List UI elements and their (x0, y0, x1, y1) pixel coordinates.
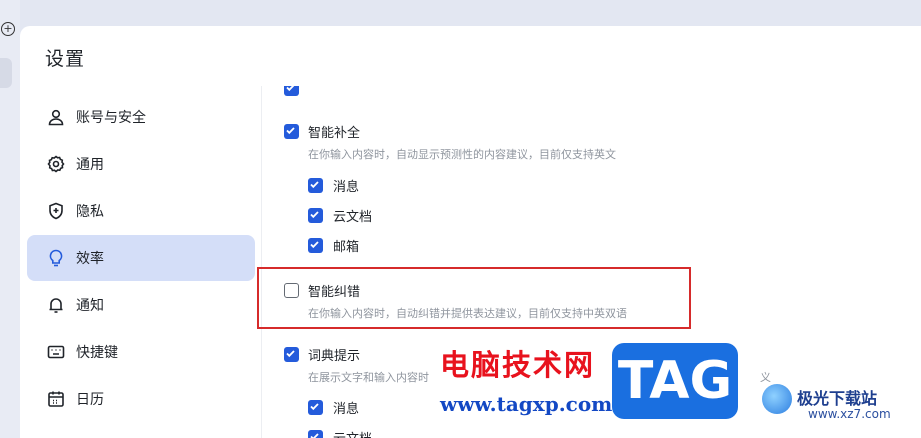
calendar-icon (48, 391, 64, 407)
sidebar-item-shortcuts[interactable]: 快捷键 (27, 329, 255, 375)
shield-icon (49, 202, 63, 220)
dictionary-hint-desc: 在展示文字和输入内容时 (308, 371, 429, 384)
sub-option-label: 邮箱 (333, 240, 360, 255)
annotation-highlight-box (257, 267, 691, 329)
sidebar-item-label: 账号与安全 (76, 110, 146, 126)
smart-complete-message-checkbox[interactable] (308, 178, 323, 193)
user-icon (48, 109, 64, 126)
dictionary-hint-docs-checkbox[interactable] (308, 430, 323, 438)
settings-sidebar: 账号与安全 通用 隐私 效率 通知 快捷键 日历 (20, 86, 261, 438)
watermark-url: www.tagxp.com (440, 392, 613, 416)
page-title: 设置 (45, 48, 86, 70)
dictionary-hint-label: 词典提示 (308, 349, 361, 364)
sidebar-item-label: 隐私 (76, 204, 104, 220)
sidebar-item-notify[interactable]: 通知 (27, 282, 255, 328)
dictionary-hint-checkbox[interactable] (284, 347, 299, 362)
watermark-site-name: 电脑技术网 (440, 348, 596, 382)
sidebar-item-efficiency[interactable]: 效率 (27, 235, 255, 281)
sidebar-item-label: 日历 (76, 392, 104, 408)
keyboard-icon (47, 345, 65, 359)
sidebar-item-privacy[interactable]: 隐私 (27, 188, 255, 234)
background-nav-pill (0, 58, 12, 88)
watermark-logo-url: www.xz7.com (808, 407, 891, 421)
bulb-icon (49, 249, 63, 267)
sidebar-item-calendar[interactable]: 日历 (27, 376, 255, 422)
sub-option-label: 云文档 (333, 428, 372, 438)
dictionary-hint-message-checkbox[interactable] (308, 400, 323, 415)
sidebar-item-label: 通用 (76, 157, 104, 173)
sub-option-label: 消息 (333, 180, 360, 195)
smart-complete-checkbox[interactable] (284, 124, 299, 139)
sidebar-item-label: 通知 (76, 298, 104, 314)
sidebar-item-account[interactable]: 账号与安全 (27, 94, 255, 140)
watermark-tag-logo: TAG (612, 343, 738, 419)
sub-option-label: 消息 (333, 402, 360, 417)
sidebar-item-general[interactable]: 通用 (27, 141, 255, 187)
gear-icon (47, 155, 65, 173)
sidebar-item-label: 快捷键 (76, 345, 118, 361)
watermark-tag-text: TAG (617, 351, 733, 411)
smart-complete-desc: 在你输入内容时，自动显示预测性的内容建议，目前仅支持英文 (308, 148, 616, 161)
watermark-globe-icon (762, 384, 792, 414)
smart-complete-docs-checkbox[interactable] (308, 208, 323, 223)
bell-icon (49, 298, 63, 313)
checkbox-partial-top[interactable] (284, 86, 299, 96)
sub-option-label: 云文档 (333, 210, 373, 225)
add-icon[interactable]: + (1, 22, 15, 36)
smart-complete-label: 智能补全 (308, 126, 361, 141)
sidebar-item-label: 效率 (76, 251, 104, 267)
watermark-logo-text: 极光下载站 (797, 389, 878, 408)
smart-complete-mail-checkbox[interactable] (308, 238, 323, 253)
dictionary-hint-desc-tail: 义 (760, 371, 771, 384)
